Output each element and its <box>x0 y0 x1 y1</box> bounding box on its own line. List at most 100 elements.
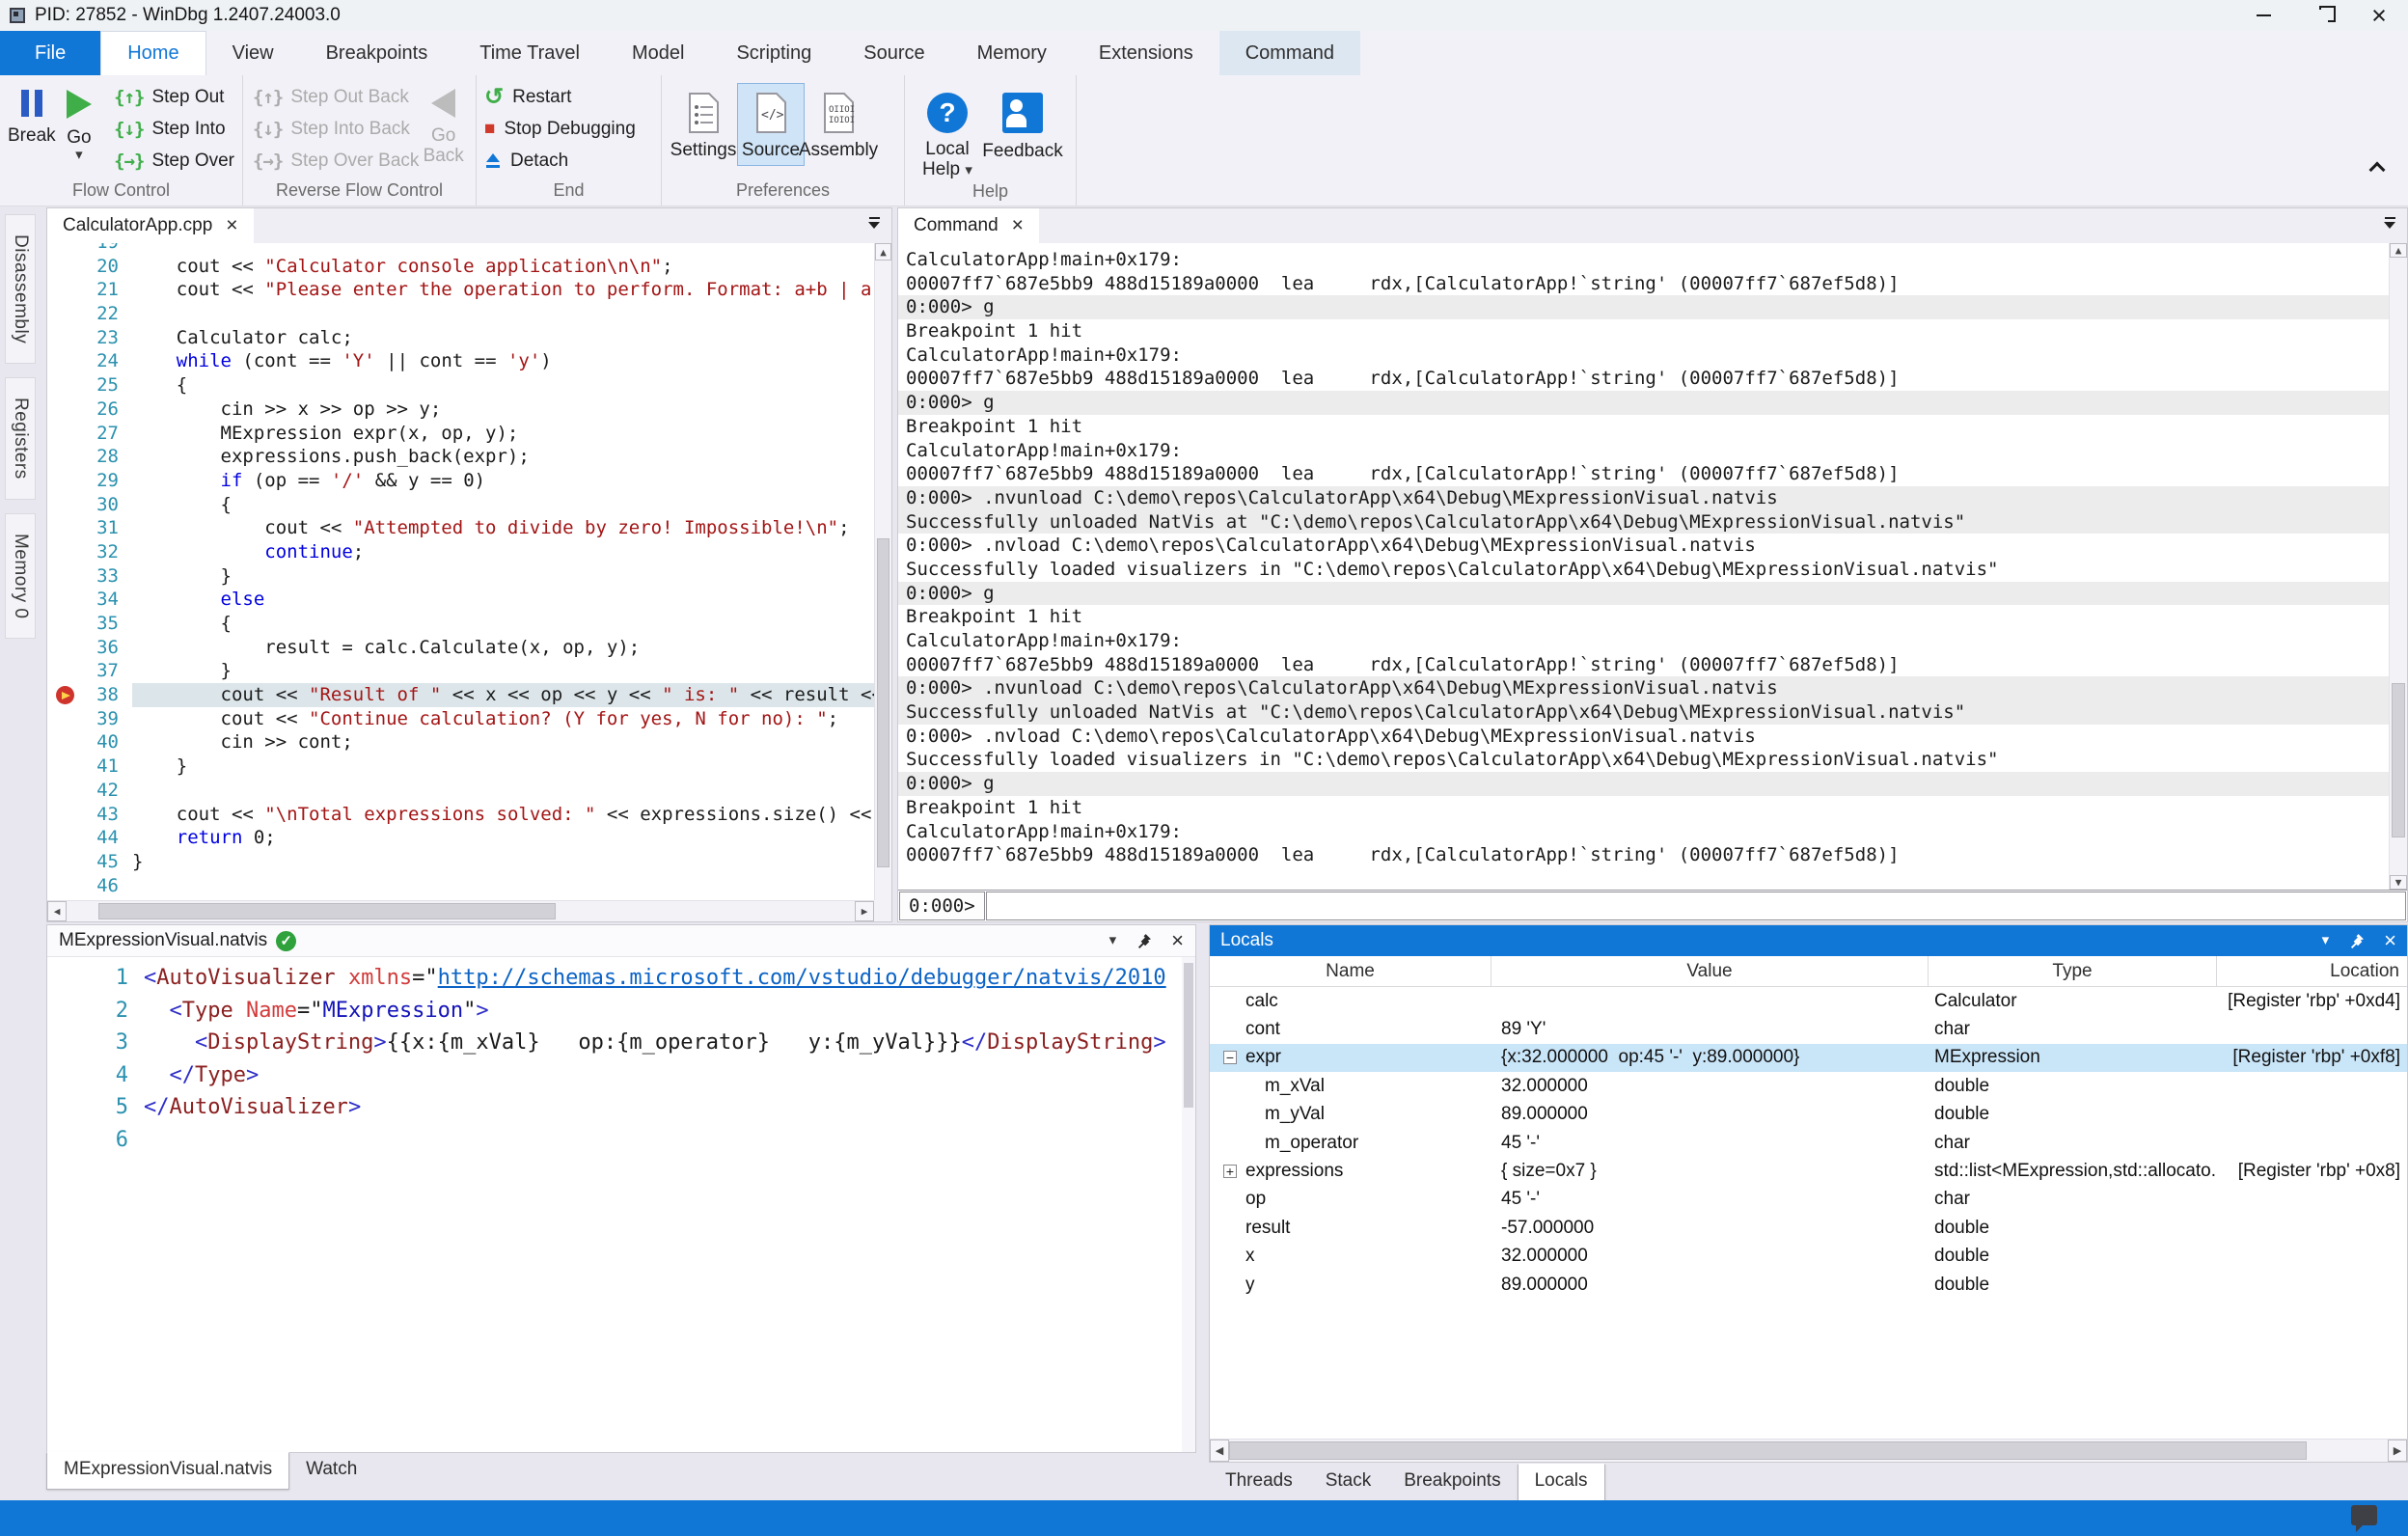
scroll-right-icon[interactable]: ▶ <box>855 901 874 921</box>
pin-icon[interactable] <box>1136 933 1152 949</box>
scroll-up-icon[interactable]: ▲ <box>2390 243 2407 258</box>
menu-tab-memory[interactable]: Memory <box>951 31 1073 75</box>
column-header-name[interactable]: Name <box>1210 956 1491 986</box>
column-header-value[interactable]: Value <box>1491 956 1929 986</box>
menu-tab-scripting[interactable]: Scripting <box>710 31 837 75</box>
stop-debugging-button[interactable]: ■Stop Debugging <box>484 113 636 145</box>
code-line[interactable]: 31 cout << "Attempted to divide by zero!… <box>47 516 874 540</box>
code-line[interactable]: 27 MExpression expr(x, op, y); <box>47 422 874 446</box>
command-input[interactable] <box>986 891 2406 920</box>
scroll-right-icon[interactable]: ▶ <box>2388 1440 2407 1462</box>
pane-menu-icon[interactable] <box>2382 217 2397 229</box>
source-mode-button[interactable]: </> Source <box>737 83 805 166</box>
menu-tab-command[interactable]: Command <box>1219 31 1360 75</box>
bottom-tab-stack[interactable]: Stack <box>1309 1465 1388 1500</box>
menu-tab-time-travel[interactable]: Time Travel <box>453 31 606 75</box>
code-line[interactable]: 40 cin >> cont; <box>47 730 874 754</box>
scroll-thumb[interactable] <box>1229 1441 2307 1460</box>
scroll-thumb[interactable] <box>2392 683 2405 838</box>
natvis-line[interactable]: 3 <DisplayString>{{x:{m_xVal} op:{m_oper… <box>47 1027 1182 1059</box>
code-line[interactable]: 43 cout << "\nTotal expressions solved: … <box>47 803 874 827</box>
code-line[interactable]: 23 Calculator calc; <box>47 326 874 350</box>
close-icon[interactable]: × <box>1171 928 1184 953</box>
code-line[interactable]: 32 continue; <box>47 540 874 564</box>
code-line[interactable]: 25 { <box>47 373 874 398</box>
locals-row[interactable]: result-57.000000double <box>1210 1214 2407 1242</box>
code-line[interactable]: 24 while (cont == 'Y' || cont == 'y') <box>47 349 874 373</box>
settings-button[interactable]: Settings <box>670 83 737 166</box>
code-line[interactable]: 46 <box>47 874 874 898</box>
code-line[interactable]: 36 result = calc.Calculate(x, op, y); <box>47 636 874 660</box>
menu-tab-model[interactable]: Model <box>606 31 710 75</box>
code-line[interactable]: 41 } <box>47 754 874 779</box>
close-icon[interactable]: × <box>2384 928 2396 953</box>
side-tab-disassembly[interactable]: Disassembly <box>5 214 36 364</box>
source-horizontal-scrollbar[interactable]: ◀ ▶ <box>47 900 874 921</box>
restore-button[interactable] <box>2292 0 2350 31</box>
tab-command[interactable]: Command × <box>898 208 1039 243</box>
tab-calculatorapp-cpp[interactable]: CalculatorApp.cpp × <box>47 208 254 243</box>
locals-horizontal-scrollbar[interactable]: ◀ ▶ <box>1210 1439 2407 1462</box>
locals-row[interactable]: calcCalculator[Register 'rbp' +0xd4] <box>1210 987 2407 1015</box>
code-line[interactable]: 22 <box>47 302 874 326</box>
locals-row[interactable]: −expr{x:32.000000 op:45 '-' y:89.000000}… <box>1210 1044 2407 1072</box>
scroll-left-icon[interactable]: ◀ <box>47 901 67 921</box>
locals-row[interactable]: cont89 'Y'char <box>1210 1015 2407 1043</box>
locals-row[interactable]: m_operator45 '-'char <box>1210 1129 2407 1157</box>
step-into-button[interactable]: {↓}Step Into <box>114 113 234 145</box>
code-line[interactable]: 29 if (op == '/' && y == 0) <box>47 469 874 493</box>
code-line[interactable]: 21 cout << "Please enter the operation t… <box>47 278 874 302</box>
pin-icon[interactable] <box>2348 933 2365 949</box>
code-line[interactable]: 26 cin >> x >> op >> y; <box>47 398 874 422</box>
side-tab-memory-0[interactable]: Memory 0 <box>5 513 36 639</box>
minimize-button[interactable] <box>2234 0 2292 31</box>
step-out-button[interactable]: {↑}Step Out <box>114 81 234 113</box>
chevron-down-icon[interactable]: ▾ <box>2322 934 2330 947</box>
expand-expander-icon[interactable]: + <box>1223 1165 1237 1178</box>
locals-row[interactable]: m_yVal89.000000double <box>1210 1101 2407 1129</box>
natvis-line[interactable]: 5</AutoVisualizer> <box>47 1091 1182 1124</box>
natvis-scrollbar[interactable] <box>1182 957 1195 1452</box>
chevron-down-icon[interactable]: ▾ <box>1109 934 1117 947</box>
step-out-back-button[interactable]: {↑}Step Out Back <box>253 81 419 113</box>
locals-row[interactable]: +expressions{ size=0x7 }std::list<MExpre… <box>1210 1157 2407 1185</box>
locals-row[interactable]: x32.000000double <box>1210 1243 2407 1271</box>
code-line[interactable]: 35 { <box>47 612 874 636</box>
code-line[interactable]: 38 cout << "Result of " << x << op << y … <box>47 683 874 707</box>
feedback-button[interactable]: Feedback <box>982 85 1063 162</box>
code-line[interactable]: 44 return 0; <box>47 826 874 850</box>
scroll-thumb[interactable] <box>877 538 889 867</box>
locals-row[interactable]: m_xVal32.000000double <box>1210 1072 2407 1100</box>
go-button[interactable]: Go ▾ <box>56 81 102 162</box>
collapse-ribbon-button[interactable] <box>2366 157 2389 177</box>
natvis-line[interactable]: 4 </Type> <box>47 1059 1182 1092</box>
menu-tab-view[interactable]: View <box>206 31 300 75</box>
code-line[interactable]: 34 else <box>47 588 874 612</box>
bottom-tab-breakpoints[interactable]: Breakpoints <box>1387 1465 1517 1500</box>
column-header-type[interactable]: Type <box>1929 956 2217 986</box>
break-button[interactable]: Break <box>8 81 56 147</box>
source-vertical-scrollbar[interactable]: ▲ <box>874 243 891 900</box>
menu-tab-home[interactable]: Home <box>100 31 205 75</box>
close-button[interactable]: × <box>2350 0 2408 31</box>
feedback-bubble-icon[interactable] <box>2351 1505 2377 1525</box>
code-line[interactable]: 28 expressions.push_back(expr); <box>47 445 874 469</box>
local-help-button[interactable]: ? Local Help ▾ <box>913 85 982 179</box>
scroll-left-icon[interactable]: ◀ <box>1210 1440 1229 1462</box>
restart-button[interactable]: ↺Restart <box>484 81 636 113</box>
step-over-button[interactable]: {→}Step Over <box>114 145 234 177</box>
bottom-tab-locals[interactable]: Locals <box>1518 1464 1605 1501</box>
detach-button[interactable]: Detach <box>484 145 636 177</box>
side-tab-registers[interactable]: Registers <box>5 377 36 500</box>
bottom-tab-mexpressionvisual-natvis[interactable]: MExpressionVisual.natvis <box>46 1452 289 1490</box>
bottom-tab-watch[interactable]: Watch <box>289 1453 373 1489</box>
natvis-line[interactable]: 1<AutoVisualizer xmlns="http://schemas.m… <box>47 962 1182 995</box>
locals-row[interactable]: y89.000000double <box>1210 1271 2407 1299</box>
natvis-line[interactable]: 6 <box>47 1124 1182 1157</box>
scroll-down-icon[interactable]: ▼ <box>2390 875 2407 890</box>
collapse-expander-icon[interactable]: − <box>1223 1051 1237 1064</box>
code-line[interactable]: 20 cout << "Calculator console applicati… <box>47 255 874 279</box>
tab-close-icon[interactable]: × <box>226 214 237 237</box>
menu-tab-file[interactable]: File <box>0 31 100 75</box>
locals-row[interactable]: op45 '-'char <box>1210 1186 2407 1214</box>
